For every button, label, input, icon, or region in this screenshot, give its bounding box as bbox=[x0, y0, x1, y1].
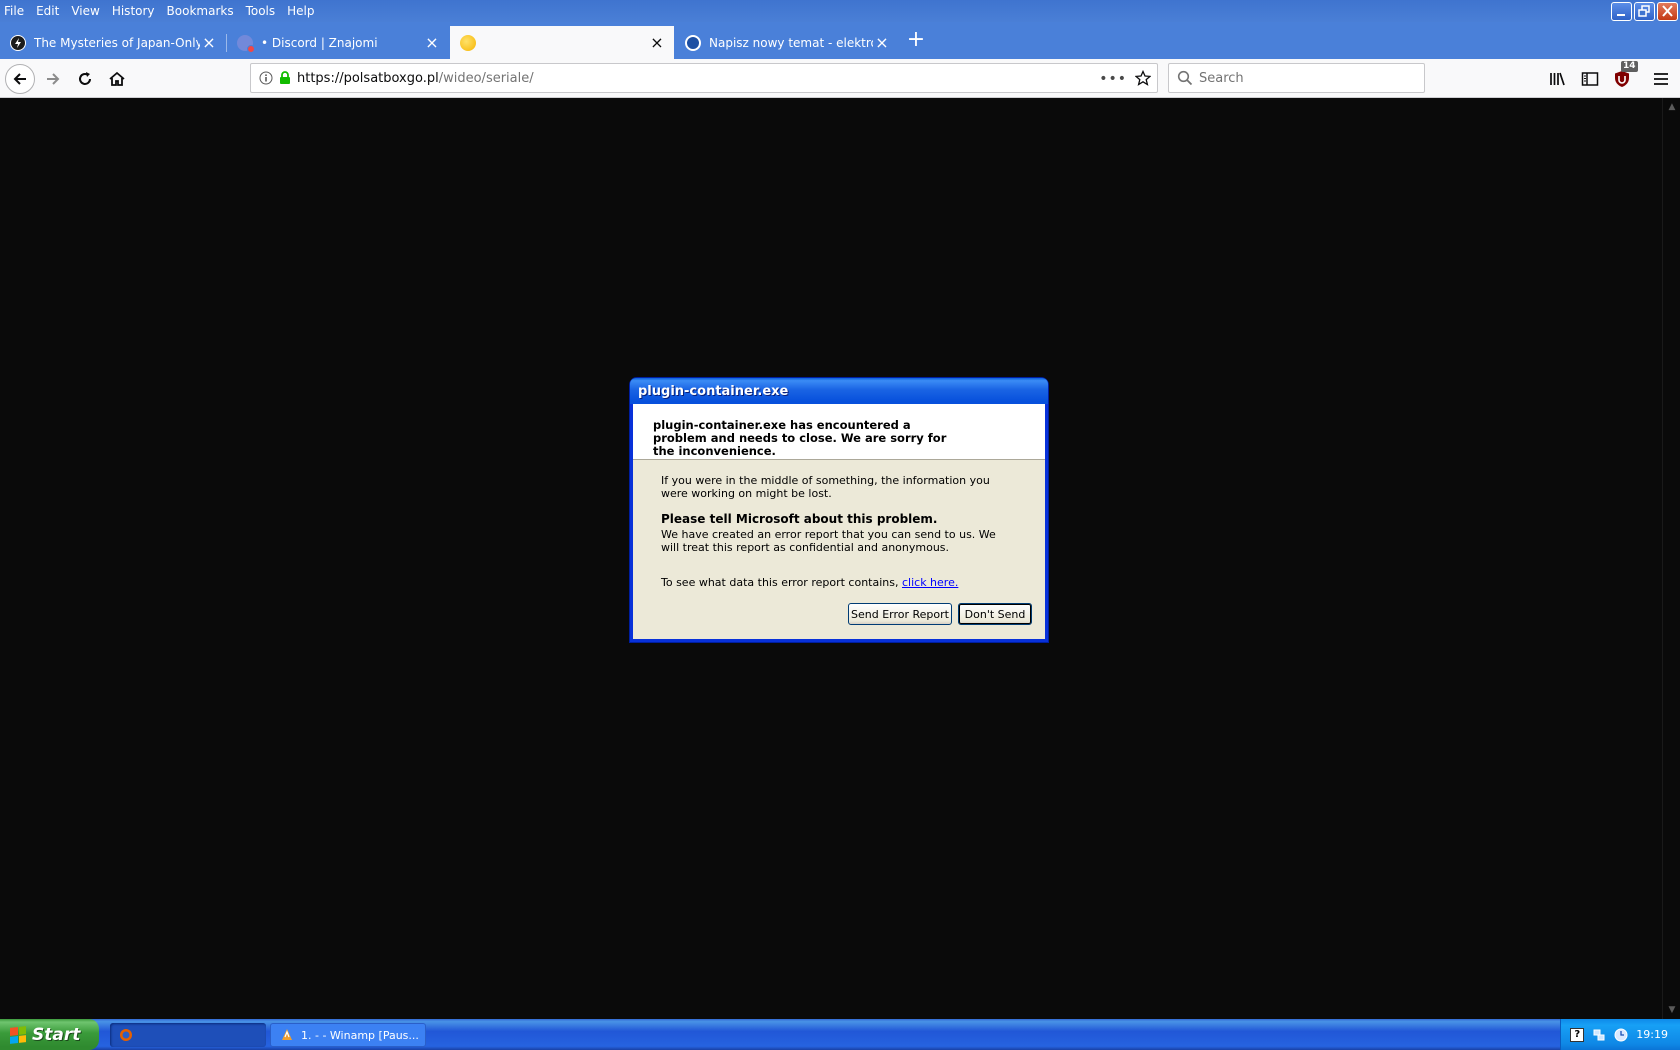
url-text[interactable]: https://polsatboxgo.pl/wideo/seriale/ bbox=[297, 71, 534, 86]
tab-close-icon[interactable]: × bbox=[648, 33, 666, 52]
dialog-title: plugin-container.exe bbox=[638, 383, 789, 399]
taskbar-item-firefox[interactable] bbox=[110, 1023, 266, 1047]
tab-polsat-active[interactable]: × bbox=[450, 26, 674, 59]
ublock-count-badge: 14 bbox=[1621, 61, 1638, 72]
url-host: https://polsatboxgo.pl bbox=[297, 70, 439, 86]
minimize-button[interactable] bbox=[1611, 2, 1632, 21]
navigation-toolbar: https://polsatboxgo.pl/wideo/seriale/ ••… bbox=[0, 59, 1680, 98]
system-tray: ? 19:19 bbox=[1560, 1019, 1680, 1050]
menu-help[interactable]: Help bbox=[281, 2, 320, 20]
windows-flag-icon bbox=[10, 1025, 26, 1044]
menu-file[interactable]: File bbox=[0, 2, 30, 20]
help-tray-icon[interactable]: ? bbox=[1570, 1027, 1585, 1042]
clock-tray-icon[interactable] bbox=[1614, 1028, 1628, 1042]
forward-button[interactable] bbox=[38, 64, 68, 94]
library-button[interactable] bbox=[1543, 64, 1573, 94]
scroll-down-arrow-icon[interactable]: ▼ bbox=[1666, 1004, 1678, 1016]
send-error-report-button[interactable]: Send Error Report bbox=[848, 603, 952, 625]
firefox-icon bbox=[118, 1027, 134, 1043]
menu-history[interactable]: History bbox=[106, 2, 161, 20]
home-icon bbox=[109, 71, 125, 86]
firefox-window: File Edit View History Bookmarks Tools H… bbox=[0, 0, 1680, 1019]
vertical-scrollbar[interactable]: ▲ ▼ bbox=[1662, 98, 1680, 1019]
dialog-title-bar[interactable]: plugin-container.exe bbox=[630, 378, 1048, 404]
dont-send-button[interactable]: Don't Send bbox=[958, 603, 1032, 625]
taskbar-clock: 19:19 bbox=[1636, 1028, 1668, 1041]
tab-title: • Discord | Znajomi bbox=[261, 35, 378, 50]
polsat-sun-favicon-icon bbox=[460, 34, 476, 51]
tab-discord[interactable]: • Discord | Znajomi × bbox=[227, 26, 449, 59]
start-label: Start bbox=[32, 1024, 81, 1045]
taskbar-item-winamp[interactable]: 1. - - Winamp [Paus... bbox=[270, 1023, 426, 1047]
close-window-button[interactable] bbox=[1657, 2, 1678, 21]
close-icon bbox=[1662, 5, 1673, 17]
page-actions-icon[interactable]: ••• bbox=[1099, 71, 1127, 87]
windows-taskbar: Start 1. - - Winamp [Paus... ? 19:19 bbox=[0, 1019, 1680, 1050]
lock-icon[interactable] bbox=[279, 71, 291, 85]
reload-button[interactable] bbox=[70, 64, 100, 94]
winamp-icon bbox=[279, 1027, 295, 1043]
tab-close-icon[interactable]: × bbox=[873, 33, 891, 52]
hamburger-menu-icon bbox=[1654, 73, 1668, 85]
tab-title: The Mysteries of Japan-Only Phon bbox=[34, 35, 200, 50]
start-button[interactable]: Start bbox=[0, 1019, 99, 1050]
url-bar[interactable]: https://polsatboxgo.pl/wideo/seriale/ ••… bbox=[250, 63, 1158, 93]
menu-bar: File Edit View History Bookmarks Tools H… bbox=[0, 0, 1680, 22]
tab-title: Napisz nowy temat - elektroda.pl bbox=[709, 35, 873, 50]
back-button[interactable] bbox=[5, 64, 35, 94]
dialog-data-prefix: To see what data this error report conta… bbox=[661, 576, 902, 589]
library-icon bbox=[1550, 72, 1565, 86]
url-path: /wideo/seriale/ bbox=[438, 70, 534, 86]
error-report-dialog: plugin-container.exe plugin-container.ex… bbox=[630, 378, 1048, 642]
tab-elektroda[interactable]: Napisz nowy temat - elektroda.pl × bbox=[675, 26, 899, 59]
bookmark-star-icon[interactable] bbox=[1135, 70, 1151, 86]
elektroda-favicon-icon bbox=[685, 34, 701, 51]
arrow-right-icon bbox=[47, 73, 60, 85]
dialog-main: If you were in the middle of something, … bbox=[633, 460, 1045, 589]
search-input[interactable] bbox=[1199, 70, 1399, 86]
sidebar-button[interactable] bbox=[1575, 64, 1605, 94]
home-button[interactable] bbox=[102, 64, 132, 94]
restore-button[interactable] bbox=[1634, 2, 1655, 21]
restore-icon bbox=[1638, 5, 1650, 17]
ublock-shield-icon bbox=[1615, 71, 1629, 87]
dialog-header-message: plugin-container.exe has encountered a p… bbox=[653, 418, 947, 458]
dialog-header: plugin-container.exe has encountered a p… bbox=[633, 404, 1045, 460]
menu-bookmarks[interactable]: Bookmarks bbox=[161, 2, 240, 20]
tab-japan-phones[interactable]: The Mysteries of Japan-Only Phon × bbox=[0, 26, 226, 59]
dialog-body: plugin-container.exe has encountered a p… bbox=[633, 404, 1045, 639]
sidebar-icon bbox=[1581, 72, 1599, 86]
menu-tools[interactable]: Tools bbox=[240, 2, 282, 20]
tab-close-icon[interactable]: × bbox=[423, 33, 441, 52]
dialog-info-text: If you were in the middle of something, … bbox=[661, 474, 990, 500]
dialog-report-text: We have created an error report that you… bbox=[661, 528, 996, 554]
dialog-tell-heading: Please tell Microsoft about this problem… bbox=[661, 512, 938, 526]
new-tab-plus-icon[interactable]: + bbox=[904, 28, 928, 52]
bolt-circle-favicon-icon bbox=[10, 34, 26, 51]
arrow-left-icon bbox=[13, 73, 26, 85]
info-icon[interactable] bbox=[259, 71, 273, 85]
open-menu-button[interactable] bbox=[1646, 64, 1676, 94]
tab-close-icon[interactable]: × bbox=[200, 33, 218, 52]
discord-favicon-icon bbox=[237, 34, 255, 53]
tab-bar: The Mysteries of Japan-Only Phon × • Dis… bbox=[0, 22, 1680, 59]
scroll-up-arrow-icon[interactable]: ▲ bbox=[1666, 101, 1678, 113]
menu-edit[interactable]: Edit bbox=[30, 2, 65, 20]
minimize-icon bbox=[1617, 14, 1625, 16]
window-controls bbox=[1611, 2, 1678, 21]
dialog-data-line: To see what data this error report conta… bbox=[661, 576, 1017, 589]
reload-icon bbox=[79, 72, 91, 85]
search-bar[interactable] bbox=[1168, 63, 1425, 93]
search-icon bbox=[1177, 70, 1193, 86]
taskbar-item-label: 1. - - Winamp [Paus... bbox=[301, 1028, 419, 1042]
click-here-link[interactable]: click here. bbox=[902, 576, 958, 589]
menu-view[interactable]: View bbox=[65, 2, 105, 20]
ublock-origin-button[interactable]: 14 bbox=[1607, 61, 1638, 94]
network-tray-icon[interactable] bbox=[1592, 1028, 1606, 1042]
